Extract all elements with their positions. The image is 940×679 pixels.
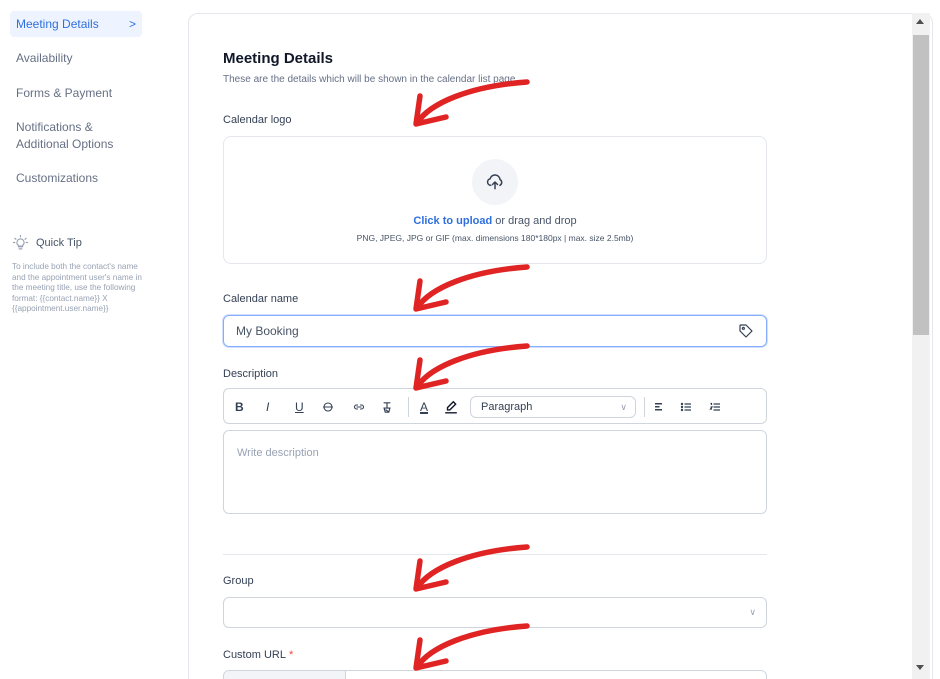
upload-icon-wrapper xyxy=(472,159,518,205)
settings-sidebar: Meeting Details > Availability Forms & P… xyxy=(0,0,160,679)
rich-text-toolbar: B I U A Paragraph ∨ xyxy=(223,388,767,424)
clear-format-icon[interactable] xyxy=(380,398,394,416)
sidebar-item-label-line2: Additional Options xyxy=(16,137,114,151)
calendar-name-label: Calendar name xyxy=(223,293,299,305)
paragraph-style-value: Paragraph xyxy=(481,401,533,413)
sidebar-item-notifications[interactable]: Notifications & Additional Options xyxy=(10,118,142,154)
calendar-name-input[interactable]: My Booking xyxy=(223,315,767,347)
chevron-right-icon: > xyxy=(128,17,136,31)
scroll-up-icon[interactable] xyxy=(916,19,924,24)
custom-url-prefix xyxy=(224,671,346,679)
scroll-down-icon[interactable] xyxy=(916,665,924,670)
logo-upload-dropzone[interactable]: Click to upload or drag and drop PNG, JP… xyxy=(223,136,767,264)
toolbar-divider xyxy=(408,397,409,417)
italic-button[interactable]: I xyxy=(266,398,269,416)
strikethrough-icon[interactable] xyxy=(322,398,334,416)
click-to-upload-link[interactable]: Click to upload xyxy=(413,215,492,227)
sidebar-item-label-line1: Notifications & xyxy=(16,120,93,134)
page-subtitle: These are the details which will be show… xyxy=(223,74,519,85)
sidebar-item-label: Meeting Details xyxy=(16,17,99,31)
paragraph-style-select[interactable]: Paragraph ∨ xyxy=(470,396,636,418)
page-title: Meeting Details xyxy=(223,50,334,67)
sidebar-item-label: Customizations xyxy=(16,171,99,185)
toolbar-divider xyxy=(644,397,645,417)
highlight-icon[interactable] xyxy=(444,398,458,416)
upload-hint: PNG, JPEG, JPG or GIF (max. dimensions 1… xyxy=(356,233,634,243)
group-select[interactable]: ∨ xyxy=(223,597,767,628)
bold-button[interactable]: B xyxy=(235,398,244,416)
custom-url-label: Custom URL * xyxy=(223,649,293,661)
custom-url-input[interactable] xyxy=(223,670,767,679)
description-label: Description xyxy=(223,368,279,380)
bullet-list-icon[interactable] xyxy=(679,398,693,416)
quick-tip-title: Quick Tip xyxy=(36,236,82,249)
vertical-scrollbar[interactable] xyxy=(912,13,930,679)
sidebar-item-meeting-details[interactable]: Meeting Details > xyxy=(10,11,142,37)
underline-button[interactable]: U xyxy=(295,398,304,416)
link-icon[interactable] xyxy=(352,398,366,416)
sidebar-item-forms-payment[interactable]: Forms & Payment xyxy=(10,85,142,101)
calendar-name-value: My Booking xyxy=(236,324,299,338)
align-left-icon[interactable] xyxy=(654,398,666,416)
sidebar-item-label: Availability xyxy=(16,51,73,65)
sidebar-item-label: Forms & Payment xyxy=(16,86,113,100)
font-color-button[interactable]: A xyxy=(420,398,428,416)
sidebar-item-availability[interactable]: Availability xyxy=(10,50,142,66)
lightbulb-icon xyxy=(12,234,29,250)
required-mark: * xyxy=(288,649,294,661)
chevron-down-icon: ∨ xyxy=(620,401,627,412)
quick-tip-text: To include both the contact's name and t… xyxy=(12,262,142,314)
sidebar-item-customizations[interactable]: Customizations xyxy=(10,170,142,186)
numbered-list-icon[interactable] xyxy=(708,398,722,416)
custom-url-label-text: Custom URL xyxy=(223,649,286,661)
scrollbar-thumb[interactable] xyxy=(913,35,929,335)
tag-icon[interactable] xyxy=(738,323,754,339)
section-divider xyxy=(223,554,767,555)
group-label: Group xyxy=(223,575,254,587)
drag-drop-text: or drag and drop xyxy=(492,215,577,227)
quick-tip-heading: Quick Tip xyxy=(12,234,82,251)
chevron-down-icon: ∨ xyxy=(749,607,756,617)
cloud-upload-icon xyxy=(486,174,503,190)
app-root: Meeting Details > Availability Forms & P… xyxy=(0,0,940,679)
description-textarea[interactable]: Write description xyxy=(223,430,767,514)
calendar-logo-label: Calendar logo xyxy=(223,114,292,126)
upload-instruction: Click to upload or drag and drop xyxy=(224,215,766,227)
